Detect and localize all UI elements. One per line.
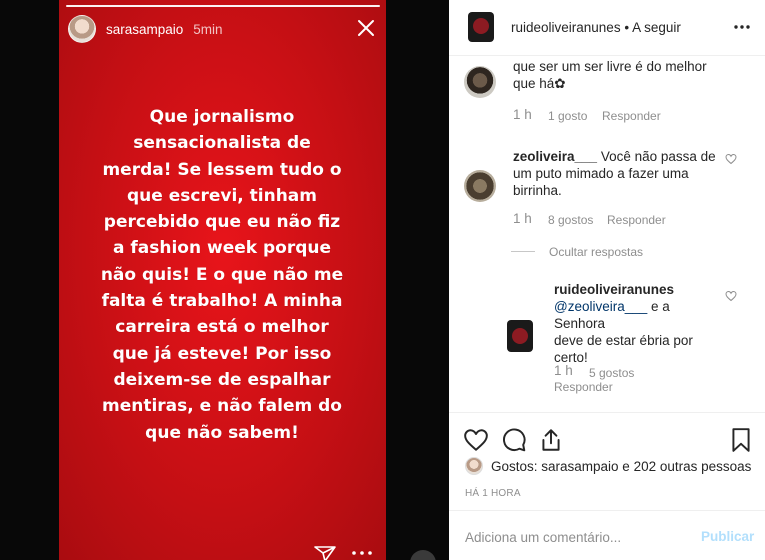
story-username[interactable]: sarasampaio xyxy=(106,22,183,37)
likes-summary[interactable]: Gostos: sarasampaio e 202 outras pessoas xyxy=(465,457,751,475)
send-icon[interactable] xyxy=(314,546,336,560)
reply-likes[interactable]: 5 gostos xyxy=(589,366,634,380)
header-separator: • xyxy=(624,20,630,35)
reply-avatar[interactable] xyxy=(507,320,533,352)
post-panel: ruideoliveiranunes • A seguir que ser um… xyxy=(449,0,765,560)
follow-button[interactable]: A seguir xyxy=(632,20,681,35)
more-options-icon[interactable] xyxy=(350,548,374,558)
story-time: 5min xyxy=(193,21,223,37)
post-header: ruideoliveiranunes • A seguir xyxy=(449,0,765,56)
reply-body: @zeoliveira___ e a Senhora deve de estar… xyxy=(554,298,724,366)
post-timestamp: HÁ 1 HORA xyxy=(465,488,521,499)
comment-text: que ser um ser livre é do melhor que há✿ xyxy=(513,59,707,91)
publish-button[interactable]: Publicar xyxy=(701,529,754,544)
commenter-avatar[interactable] xyxy=(464,66,496,98)
next-story-button[interactable] xyxy=(410,550,436,560)
comment-time: 1 h xyxy=(513,211,532,226)
liker-avatar[interactable] xyxy=(465,457,483,475)
story-viewer: sarasampaio 5min Que jornalismo sensacio… xyxy=(0,0,449,560)
comment-username[interactable]: zeoliveira___ xyxy=(513,149,597,164)
more-options-icon[interactable] xyxy=(734,25,750,29)
post-username[interactable]: ruideoliveiranunes xyxy=(511,20,621,35)
story-header: sarasampaio 5min xyxy=(68,14,223,44)
post-avatar[interactable] xyxy=(468,12,494,42)
bookmark-icon[interactable] xyxy=(728,427,754,453)
story-progress-bar xyxy=(66,5,380,7)
comment-input[interactable] xyxy=(465,527,685,547)
comment-likes[interactable]: 8 gostos xyxy=(548,213,593,227)
comment-body: zeoliveira___ Você não passa de um puto … xyxy=(513,148,733,199)
comment-box: Publicar xyxy=(449,510,765,560)
like-comment-icon[interactable] xyxy=(725,153,737,165)
comments-list[interactable]: que ser um ser livre é do melhor que há✿… xyxy=(449,56,765,412)
reply-time: 1 h xyxy=(554,363,573,378)
hide-replies-button[interactable]: Ocultar respostas xyxy=(549,245,643,259)
likes-text[interactable]: Gostos: sarasampaio e 202 outras pessoas xyxy=(491,459,751,474)
reply-button[interactable]: Responder xyxy=(602,109,661,123)
reply-button[interactable]: Responder xyxy=(607,213,666,227)
story-avatar[interactable] xyxy=(68,15,96,43)
reply-username-line: ruideoliveiranunes xyxy=(554,281,674,298)
avatar-logo-icon xyxy=(473,18,489,34)
mention-link[interactable]: @zeoliveira___ xyxy=(554,299,647,314)
avatar-logo-icon xyxy=(512,328,528,344)
story-text: Que jornalismo sensacionalista de merda!… xyxy=(100,107,344,443)
close-icon[interactable] xyxy=(356,18,376,38)
reply-username[interactable]: ruideoliveiranunes xyxy=(554,282,674,297)
reply-button[interactable]: Responder xyxy=(554,380,613,394)
commenter-avatar[interactable] xyxy=(464,170,496,202)
replies-divider xyxy=(511,251,535,252)
share-icon[interactable] xyxy=(538,427,564,453)
post-header-text: ruideoliveiranunes • A seguir xyxy=(511,20,681,35)
comment-likes[interactable]: 1 gosto xyxy=(548,109,587,123)
like-comment-icon[interactable] xyxy=(725,290,737,302)
heart-icon[interactable] xyxy=(463,427,489,453)
comment-time: 1 h xyxy=(513,107,532,122)
comment-icon[interactable] xyxy=(501,427,527,453)
